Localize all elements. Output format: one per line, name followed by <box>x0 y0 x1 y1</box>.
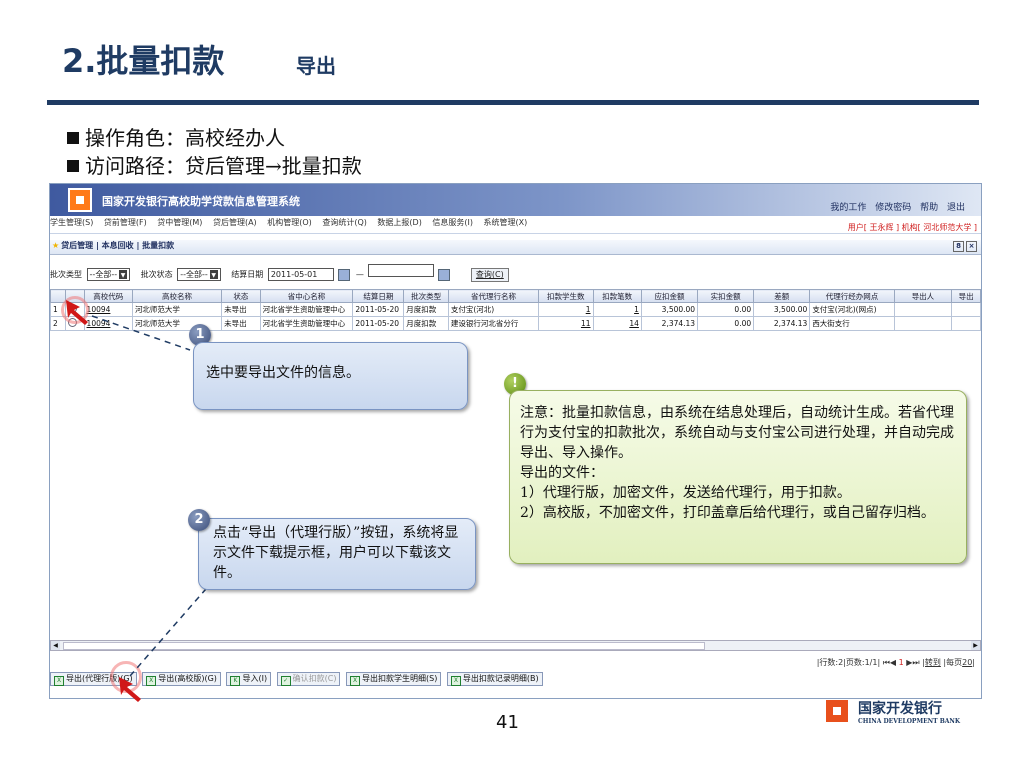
step-2-text: 点击“导出（代理行版）”按钮，系统将显示文件下载提示框，用户可以下载该文件。 <box>213 525 459 581</box>
note-line: 2）高校版，不加密文件，打印盖章后给代理行，或自己留存归档。 <box>520 505 935 521</box>
note-body: 注意：批量扣款信息，由系统在结息处理后，自动统计生成。若省代理行为支付宝的扣款批… <box>510 391 966 523</box>
bank-logo-icon <box>826 700 848 722</box>
bank-name-cn: 国家开发银行 <box>858 701 942 717</box>
note-line: 导出的文件： <box>520 465 604 481</box>
page-number: 41 <box>496 712 519 733</box>
note-callout: 注意：批量扣款信息，由系统在结息处理后，自动统计生成。若省代理行为支付宝的扣款批… <box>509 390 967 564</box>
callout1-connector <box>91 315 191 351</box>
pointer-arrow-icon <box>66 300 88 325</box>
step-1-callout: 选中要导出文件的信息。 <box>193 342 468 410</box>
bank-name-en: CHINA DEVELOPMENT BANK <box>858 718 961 725</box>
note-line: 1）代理行版，加密文件，发送给代理行，用于扣款。 <box>520 485 851 501</box>
step-1-text: 选中要导出文件的信息。 <box>206 365 360 381</box>
callout2-connector <box>129 581 213 677</box>
step-2-marker: 2 <box>188 509 210 531</box>
pointer-arrow-icon <box>119 677 141 702</box>
note-line: 注意：批量扣款信息，由系统在结息处理后，自动统计生成。若省代理行为支付宝的扣款批… <box>520 405 954 461</box>
step-2-callout: 点击“导出（代理行版）”按钮，系统将显示文件下载提示框，用户可以下载该文件。 <box>198 518 476 590</box>
